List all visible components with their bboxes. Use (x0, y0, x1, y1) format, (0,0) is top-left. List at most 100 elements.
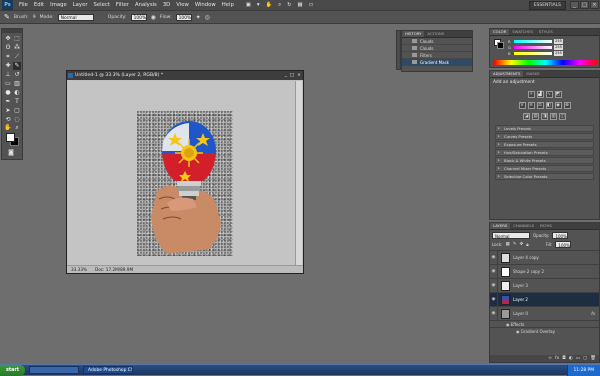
marquee-tool-icon[interactable]: ⬚ (13, 35, 21, 43)
invert-icon[interactable]: ◪ (523, 113, 530, 120)
doc-maximize-icon[interactable]: □ (290, 71, 294, 80)
new-layer-icon[interactable]: ▢ (583, 355, 587, 362)
brush-tool-preset-icon[interactable]: ✎ (4, 13, 10, 21)
fill-field[interactable]: 100% (555, 241, 571, 248)
eraser-tool-icon[interactable]: ▭ (4, 80, 12, 88)
document-canvas[interactable] (68, 81, 296, 265)
layer-effects-icon[interactable]: fx (591, 311, 595, 316)
move-tool-icon[interactable]: ✥ (4, 35, 12, 43)
delete-layer-icon[interactable]: 🗑︎ (590, 355, 596, 362)
tab-color[interactable]: COLOR (490, 29, 509, 35)
new-group-icon[interactable]: ▭ (576, 355, 580, 362)
path-selection-tool-icon[interactable]: ➤ (4, 107, 12, 115)
tab-styles[interactable]: STYLES (536, 29, 556, 35)
add-mask-icon[interactable]: ◘ (562, 355, 566, 362)
zoom-level-icon[interactable]: ▾ (254, 2, 263, 8)
visibility-eye-icon[interactable]: ◉ (490, 279, 498, 293)
workspace-switcher[interactable]: ESSENTIALS (529, 1, 566, 10)
zoom-field[interactable]: 33.33% (71, 266, 87, 273)
preset-hue-saturation[interactable]: ▸Hue/Saturation Presets (495, 149, 594, 156)
add-style-icon[interactable]: fx (555, 355, 559, 362)
tab-actions[interactable]: ACTIONS (424, 31, 447, 37)
menu-3d[interactable]: 3D (160, 2, 173, 8)
red-value[interactable]: 255 (554, 39, 563, 44)
gradient-map-icon[interactable]: ▥ (550, 113, 557, 120)
menu-help[interactable]: Help (219, 2, 237, 8)
menu-layer[interactable]: Layer (70, 2, 91, 8)
color-spectrum-bar[interactable] (494, 60, 597, 65)
dodge-tool-icon[interactable]: ◐ (13, 89, 21, 97)
layer-row[interactable]: ◉ Layer 0 fx (490, 307, 599, 321)
lasso-tool-icon[interactable]: ʘ (4, 44, 12, 52)
threshold-icon[interactable]: ◨ (541, 113, 548, 120)
zoom-tool-icon[interactable]: ⌕ (275, 2, 284, 9)
preset-selective-color[interactable]: ▸Selective Color Presets (495, 173, 594, 180)
posterize-icon[interactable]: ▤ (532, 113, 539, 120)
channel-mixer-icon[interactable]: ⊕ (564, 102, 571, 109)
document-vertical-scrollbar[interactable] (295, 81, 302, 265)
toolbox-grip[interactable] (2, 29, 22, 33)
preset-curves[interactable]: ▸Curves Presets (495, 133, 594, 140)
blue-value[interactable]: 255 (554, 51, 563, 56)
link-layers-icon[interactable]: ∞ (548, 355, 552, 362)
maximize-icon[interactable]: □ (580, 1, 589, 9)
black-white-icon[interactable]: ◧ (546, 102, 553, 109)
selective-color-icon[interactable]: ◫ (559, 113, 566, 120)
visibility-eye-icon[interactable]: ◉ (490, 251, 498, 265)
taskbar-item-1[interactable] (29, 366, 79, 374)
doc-minimize-icon[interactable]: _ (285, 71, 287, 80)
menu-view[interactable]: View (173, 2, 192, 8)
shape-tool-icon[interactable]: ▢ (13, 107, 21, 115)
opacity-field[interactable]: 100% (131, 14, 147, 21)
minimize-icon[interactable]: _ (570, 1, 579, 9)
brush-size[interactable]: 9 (33, 15, 36, 20)
brightness-contrast-icon[interactable]: ☼ (528, 91, 535, 98)
mode-select[interactable]: Normal (58, 14, 94, 21)
layer-row[interactable]: ◉ Layer 3 (490, 279, 599, 293)
menu-analysis[interactable]: Analysis (132, 2, 160, 8)
doc-info[interactable]: Doc: 17.2M/89.9M (95, 266, 133, 273)
pen-tool-icon[interactable]: ✒ (4, 98, 12, 106)
color-bg-swatch[interactable] (497, 42, 504, 49)
blur-tool-icon[interactable]: ● (4, 89, 12, 97)
arrange-documents-icon[interactable]: ▦ (295, 2, 306, 8)
tab-history[interactable]: HISTORY (402, 31, 424, 37)
layer-row[interactable]: ◉ Shape 2 copy 2 (490, 265, 599, 279)
tablet-size-icon[interactable]: ◎ (205, 14, 210, 21)
photo-filter-icon[interactable]: ◉ (555, 102, 562, 109)
exposure-icon[interactable]: ◩ (555, 91, 562, 98)
green-track[interactable] (514, 46, 552, 49)
menu-file[interactable]: File (16, 2, 31, 8)
screen-mode-icon[interactable]: ▭ (306, 2, 317, 8)
effects-row[interactable]: ◉ Effects (490, 321, 599, 328)
layer-row[interactable]: ◉ Layer 4 copy (490, 251, 599, 265)
red-track[interactable] (514, 40, 552, 43)
tab-masks[interactable]: MASKS (523, 71, 542, 77)
hand-tool-icon-2[interactable]: ✋ (4, 124, 12, 132)
layer-row-selected[interactable]: ◉ Layer 2 (490, 293, 599, 307)
document-title-bar[interactable]: Untitled-1 @ 33.3% (Layer 2, RGB/8) * _ … (67, 71, 303, 80)
color-balance-icon[interactable]: ⚖ (537, 102, 544, 109)
menu-edit[interactable]: Edit (31, 2, 47, 8)
bridge-icon[interactable]: ▣ (243, 2, 254, 8)
levels-icon[interactable]: ▟ (537, 91, 544, 98)
brush-tool-icon[interactable]: ✎ (13, 62, 21, 70)
doc-close-icon[interactable]: × (297, 71, 301, 80)
eyedropper-tool-icon[interactable]: ⟋ (13, 53, 21, 61)
history-item-selected[interactable]: Gradient Mask (402, 59, 472, 66)
airbrush-icon[interactable]: ✦ (196, 14, 201, 21)
history-brush-tool-icon[interactable]: ↺ (13, 71, 21, 79)
effect-row[interactable]: ◉ Gradient Overlay (490, 328, 599, 335)
tab-adjustments[interactable]: ADJUSTMENTS (490, 71, 523, 77)
quick-select-tool-icon[interactable]: ⁂ (13, 44, 21, 52)
tab-swatches[interactable]: SWATCHES (509, 29, 536, 35)
menu-filter[interactable]: Filter (113, 2, 132, 8)
tab-layers[interactable]: LAYERS (490, 223, 510, 229)
layer-opacity-field[interactable]: 100% (552, 232, 568, 239)
gradient-tool-icon[interactable]: ▥ (13, 80, 21, 88)
close-icon[interactable]: × (590, 1, 599, 9)
rotate-view-icon[interactable]: ↻ (284, 2, 294, 8)
history-item[interactable]: Clouds (402, 45, 472, 52)
preset-levels[interactable]: ▸Levels Presets (495, 125, 594, 132)
lock-pixels-icon[interactable]: ✎ (513, 242, 517, 247)
